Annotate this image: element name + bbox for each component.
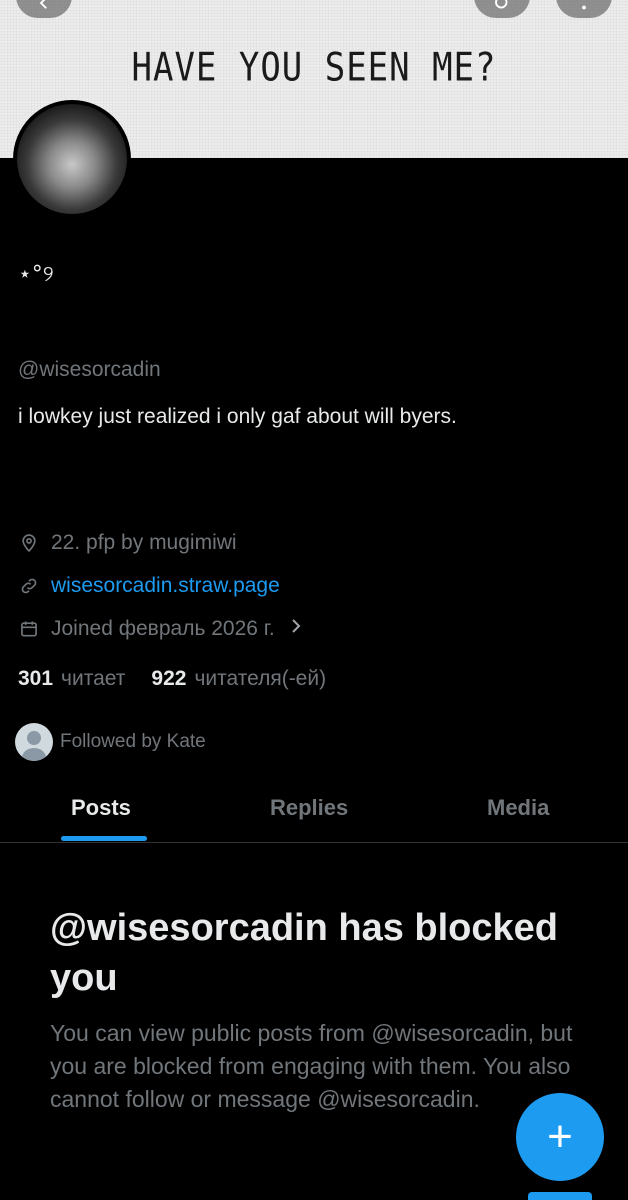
bottom-element: [528, 1192, 592, 1200]
avatar-image: [17, 104, 127, 214]
follow-counts: 301 читает 922 читателя(-ей): [18, 667, 352, 691]
profile-tabs: Posts Replies Media: [0, 780, 628, 843]
website-link[interactable]: wisesorcadin.straw.page: [51, 574, 280, 598]
tab-media[interactable]: Media: [487, 795, 549, 821]
display-name: ⋆°୨: [18, 262, 54, 287]
followers-count: 922: [151, 667, 187, 690]
joined-row[interactable]: Joined февраль 2026 г.: [18, 617, 303, 641]
blocked-title: @wisesorcadin has blocked you: [50, 907, 559, 999]
search-icon: [495, 0, 508, 9]
profile-bio: i lowkey just realized i only gaf about …: [18, 405, 457, 428]
tab-replies[interactable]: Replies: [270, 795, 348, 821]
chevron-right-icon: [289, 617, 303, 641]
link-icon: [18, 575, 40, 597]
location-row: 22. pfp by mugimiwi: [18, 531, 237, 555]
following-count: 301: [18, 667, 54, 690]
followers-link[interactable]: 922 читателя(-ей): [151, 667, 326, 691]
profile-avatar[interactable]: [13, 100, 131, 218]
joined-text: Joined февраль 2026 г.: [51, 617, 275, 640]
profile-handle: @wisesorcadin: [18, 358, 161, 381]
following-label: читает: [61, 667, 126, 690]
following-link[interactable]: 301 читает: [18, 667, 125, 691]
blocked-description: You can view public posts from @wisesorc…: [50, 1020, 573, 1112]
followed-by-text: Followed by Kate: [60, 731, 206, 752]
plus-icon: +: [547, 1112, 573, 1161]
website-row[interactable]: wisesorcadin.straw.page: [18, 574, 280, 598]
followed-by[interactable]: Followed by Kate: [15, 723, 206, 761]
follower-avatar: [15, 723, 53, 761]
followers-label: читателя(-ей): [194, 667, 327, 690]
tab-posts[interactable]: Posts: [71, 795, 131, 821]
banner-text: HAVE YOU SEEN ME?: [131, 45, 497, 91]
compose-button[interactable]: +: [516, 1093, 604, 1181]
location-pin-icon: [18, 532, 40, 554]
calendar-icon: [18, 618, 40, 640]
location-text: 22. pfp by mugimiwi: [51, 531, 237, 554]
more-icon: [582, 5, 586, 10]
chevron-left-icon: [39, 0, 47, 9]
active-tab-indicator: [61, 836, 147, 841]
